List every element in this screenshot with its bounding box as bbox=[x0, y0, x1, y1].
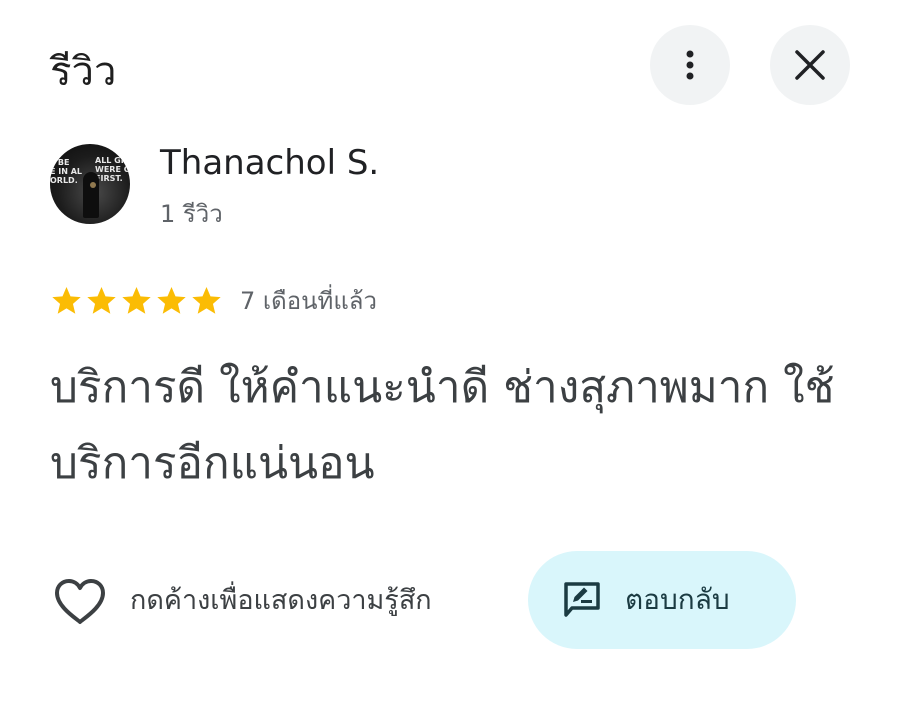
more-options-button[interactable] bbox=[650, 25, 730, 105]
avatar[interactable]: L BE E IN AL ORLD. ALL GI WERE C FIRST. bbox=[50, 144, 130, 224]
like-hint-label: กดค้างเพื่อแสดงความรู้สึก bbox=[130, 585, 432, 616]
review-time: 7 เดือนที่แล้ว bbox=[240, 287, 377, 315]
avatar-figure bbox=[83, 172, 99, 218]
reply-button[interactable]: ตอบกลับ bbox=[528, 551, 796, 649]
reviewer-review-count: 1 รีวิว bbox=[160, 200, 223, 228]
review-detail-page: รีวิว L BE E IN AL ORLD. ALL GI WERE C F… bbox=[0, 0, 900, 727]
close-icon bbox=[795, 50, 825, 80]
like-button[interactable] bbox=[50, 572, 110, 632]
reviewer-name[interactable]: Thanachol S. bbox=[160, 143, 379, 183]
avatar-light bbox=[90, 182, 96, 188]
heart-outline-icon bbox=[55, 579, 105, 624]
page-title: รีวิว bbox=[50, 49, 117, 95]
star-icon bbox=[122, 286, 151, 314]
star-icon bbox=[192, 286, 221, 314]
star-rating bbox=[50, 284, 223, 318]
star-icon bbox=[157, 286, 186, 314]
more-vert-icon bbox=[686, 50, 694, 80]
avatar-text-left: L BE E IN AL ORLD. bbox=[50, 158, 82, 185]
star-icon bbox=[87, 286, 116, 314]
review-text: บริการดี ให้คำแนะนำดี ช่างสุภาพมาก ใช้บร… bbox=[50, 362, 835, 489]
reply-label: ตอบกลับ bbox=[625, 583, 730, 616]
close-button[interactable] bbox=[770, 25, 850, 105]
rate-review-icon bbox=[564, 582, 600, 617]
avatar-text-right: ALL GI WERE C FIRST. bbox=[95, 156, 130, 183]
star-icon bbox=[52, 286, 81, 314]
